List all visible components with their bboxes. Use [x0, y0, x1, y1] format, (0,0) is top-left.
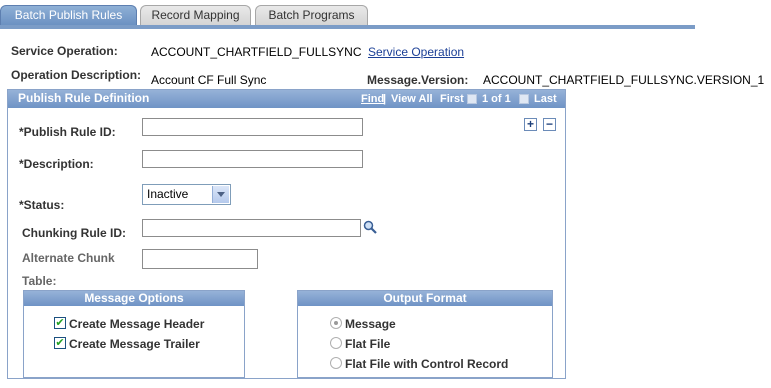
- delete-row-button[interactable]: −: [543, 118, 556, 131]
- publish-rule-id-label: *Publish Rule ID:: [19, 125, 116, 139]
- find-link-wrap: Find: [361, 90, 384, 108]
- lookup-search-icon[interactable]: [363, 220, 378, 235]
- tab-batch-programs[interactable]: Batch Programs: [255, 5, 368, 25]
- create-trailer-label: Create Message Trailer: [69, 337, 200, 351]
- output-flat-file-label: Flat File: [345, 337, 391, 351]
- prev-arrow-icon[interactable]: [467, 94, 477, 104]
- description-input[interactable]: [142, 150, 363, 168]
- alternate-chunk-label-table: Table:: [22, 274, 57, 288]
- add-row-button[interactable]: +: [524, 118, 537, 131]
- alternate-chunk-label: Alternate Chunk: [22, 251, 115, 265]
- chunking-rule-input[interactable]: [142, 219, 361, 237]
- chevron-down-icon[interactable]: [212, 186, 229, 203]
- output-flat-file-control-label: Flat File with Control Record: [345, 357, 509, 371]
- create-trailer-checkbox[interactable]: ✔: [54, 337, 66, 349]
- operation-description-value: Account CF Full Sync: [151, 73, 267, 87]
- description-label: *Description:: [19, 157, 94, 171]
- output-format-title: Output Format: [298, 291, 552, 306]
- group-title: Publish Rule Definition: [18, 91, 150, 105]
- message-version-value: ACCOUNT_CHARTFIELD_FULLSYNC.VERSION_1: [483, 73, 765, 87]
- find-link[interactable]: Find: [361, 93, 384, 105]
- service-operation-link[interactable]: Service Operation: [368, 45, 464, 59]
- create-header-checkbox[interactable]: ✔: [54, 317, 66, 329]
- chunking-rule-label: Chunking Rule ID:: [22, 226, 126, 240]
- status-label: *Status:: [19, 198, 65, 212]
- message-options-box: Message Options: [23, 290, 245, 378]
- nav-separator: |: [383, 93, 387, 105]
- row-range: 1 of 1: [482, 93, 511, 105]
- status-select[interactable]: Inactive: [142, 184, 231, 205]
- status-selected-value: Inactive: [147, 187, 189, 201]
- first-link[interactable]: First: [440, 90, 464, 108]
- last-link[interactable]: Last: [534, 90, 557, 108]
- service-operation-value: ACCOUNT_CHARTFIELD_FULLSYNC: [151, 45, 362, 59]
- group-header: Publish Rule Definition Find | View All …: [8, 90, 565, 108]
- operation-description-label: Operation Description:: [11, 68, 142, 82]
- view-all-link[interactable]: View All: [391, 90, 433, 108]
- tab-underline: [0, 25, 695, 29]
- output-message-label: Message: [345, 317, 396, 331]
- next-arrow-icon[interactable]: [519, 94, 529, 104]
- tab-batch-publish-rules[interactable]: Batch Publish Rules: [0, 5, 137, 25]
- message-options-title: Message Options: [24, 291, 244, 306]
- publish-rule-id-input[interactable]: [142, 118, 363, 136]
- alternate-chunk-input[interactable]: [142, 249, 258, 269]
- tab-record-mapping[interactable]: Record Mapping: [140, 5, 251, 25]
- output-flat-file-radio[interactable]: [330, 337, 342, 349]
- message-version-label: Message.Version:: [367, 73, 469, 87]
- output-flat-file-control-radio[interactable]: [330, 357, 342, 369]
- create-header-label: Create Message Header: [69, 317, 205, 331]
- service-operation-label: Service Operation:: [11, 44, 118, 58]
- output-message-radio[interactable]: [330, 317, 342, 329]
